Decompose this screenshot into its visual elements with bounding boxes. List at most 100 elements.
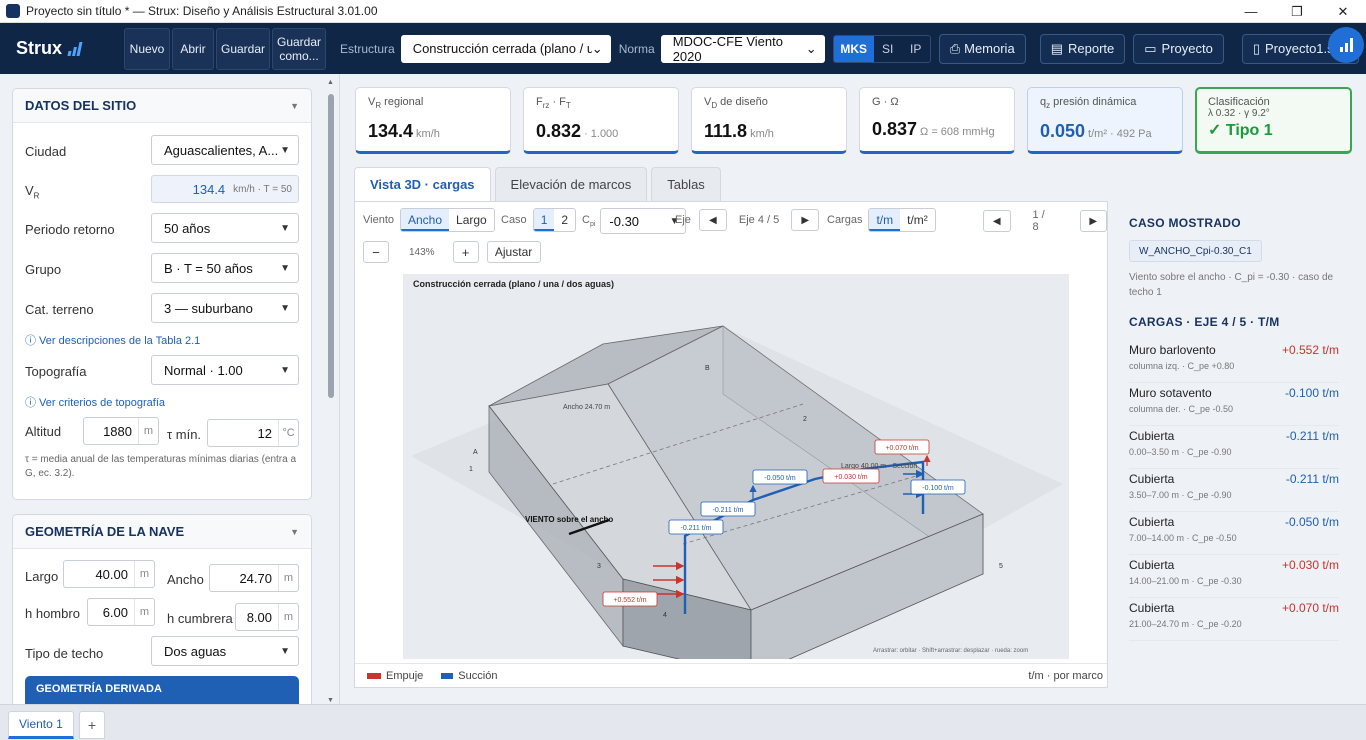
- load-row: Muro sotavento columna der. · C_pe -0.50 -…: [1129, 386, 1339, 426]
- tmin-value: 12: [257, 425, 272, 441]
- hhombro-input[interactable]: 6.00 m: [87, 598, 155, 626]
- close-button[interactable]: ✕: [1320, 0, 1366, 23]
- load-row-name: Muro barlovento: [1129, 343, 1216, 357]
- zoom-out-button[interactable]: −: [363, 241, 389, 263]
- scene-title: Construcción cerrada (plano / una / dos …: [413, 279, 614, 289]
- tab-elevacion[interactable]: Elevación de marcos: [494, 167, 648, 201]
- unit-mks[interactable]: MKS: [833, 35, 874, 62]
- hcumbrera-label: h cumbrera: [167, 611, 233, 626]
- unit-si[interactable]: SI: [874, 36, 902, 62]
- load-label: -0.211 t/m: [700, 501, 756, 517]
- reporte-button[interactable]: ▤ Reporte: [1039, 33, 1126, 64]
- memoria-button[interactable]: ⎙ Memoria: [938, 33, 1026, 64]
- terreno-label: Cat. terreno: [25, 302, 94, 317]
- tab-tablas[interactable]: Tablas: [651, 167, 721, 201]
- site-data-header[interactable]: DATOS DEL SITIO ▼: [13, 89, 311, 123]
- cpi-control: Cpi -0.30 ▼: [582, 208, 687, 234]
- ajustar-button[interactable]: Ajustar: [486, 241, 541, 263]
- load-label: +0.030 t/m: [822, 468, 880, 484]
- proyecto-button[interactable]: ▭ Proyecto: [1133, 33, 1224, 64]
- estructura-select[interactable]: Construcción cerrada (plano / un ⌄: [400, 34, 611, 63]
- cargas-tm[interactable]: t/m: [869, 209, 901, 231]
- chevron-down-icon: ▼: [280, 222, 290, 234]
- topo-select[interactable]: Normal · 1.00 ▼: [151, 355, 299, 385]
- guardar-como-button[interactable]: Guardar como...: [272, 27, 326, 70]
- eje-next-button[interactable]: ▶: [791, 209, 820, 231]
- eje-prev-button[interactable]: ◀: [698, 209, 727, 231]
- terreno-value: 3 — suburbano: [164, 300, 253, 316]
- abrir-button[interactable]: Abrir: [172, 27, 214, 70]
- tmin-input[interactable]: 12 °C: [207, 419, 299, 447]
- unit-system-toggle: MKS SI IP: [832, 34, 931, 63]
- ciudad-select[interactable]: Aguascalientes, A... ▼: [151, 135, 299, 165]
- scrollbar-thumb[interactable]: [328, 94, 334, 398]
- caso-1[interactable]: 1: [533, 209, 555, 231]
- 3d-canvas[interactable]: Construcción cerrada (plano / una / dos …: [403, 274, 1069, 677]
- document-icon: ▤: [1050, 40, 1063, 56]
- viento-largo[interactable]: Largo: [449, 209, 494, 231]
- viento-label: Viento: [363, 214, 394, 226]
- load-label: -0.050 t/m: [752, 469, 808, 485]
- collapse-icon: ▼: [290, 100, 299, 111]
- viento-ancho[interactable]: Ancho: [401, 209, 450, 231]
- unit-ip[interactable]: IP: [902, 36, 930, 62]
- techo-label: Tipo de techo: [25, 646, 104, 661]
- cargas-tm2[interactable]: t/m²: [900, 209, 935, 231]
- nuevo-button[interactable]: Nuevo: [124, 27, 170, 70]
- scroll-up-icon[interactable]: ▲: [327, 79, 334, 86]
- load-row-sub: columna izq. · C_pe +0.80: [1129, 361, 1235, 371]
- svg-text:+0.030 t/m: +0.030 t/m: [834, 474, 867, 481]
- techo-select[interactable]: Dos aguas ▼: [151, 636, 299, 666]
- chevron-down-icon: ▼: [280, 144, 290, 156]
- estructura-value: Construcción cerrada (plano / un: [412, 41, 592, 56]
- main-toolbar: Strux Nuevo Abrir Guardar Guardar como..…: [0, 23, 1366, 74]
- add-tab-button[interactable]: +: [79, 711, 105, 739]
- tabla-link[interactable]: ⓘ Ver descripciones de la Tabla 2.1: [25, 332, 200, 348]
- geometry-header[interactable]: GEOMETRÍA DE LA NAVE ▼: [13, 515, 311, 549]
- kpi-g-omega: G · Ω 0.837 Ω = 608 mmHg: [859, 87, 1015, 154]
- periodo-select[interactable]: 50 años ▼: [151, 213, 299, 243]
- tab-viento-1[interactable]: Viento 1: [8, 711, 74, 739]
- hcumbrera-input[interactable]: 8.00 m: [235, 603, 299, 631]
- caso-desc: Viento sobre el ancho · C_pi = -0.30 · c…: [1129, 272, 1334, 298]
- tab-vista-3d[interactable]: Vista 3D · cargas: [354, 167, 491, 201]
- load-row-value: +0.070 t/m: [1281, 601, 1339, 615]
- topo-link[interactable]: ⓘ Ver criterios de topografía: [25, 394, 165, 410]
- grupo-select[interactable]: B · T = 50 años ▼: [151, 253, 299, 283]
- scroll-down-icon[interactable]: ▼: [327, 697, 334, 704]
- bottom-tabbar: Viento 1 +: [0, 704, 1366, 740]
- clasif-label: Clasificación: [1208, 96, 1270, 108]
- svg-text:-0.100 t/m: -0.100 t/m: [922, 485, 954, 492]
- derived-geometry-header[interactable]: GEOMETRÍA DERIVADA: [25, 676, 299, 705]
- empuje-label: Empuje: [386, 670, 424, 682]
- 3d-scene[interactable]: Construcción cerrada (plano / una / dos …: [403, 274, 1069, 677]
- altitud-unit: m: [138, 418, 158, 444]
- zoom-in-button[interactable]: +: [452, 241, 479, 263]
- cpi-label: Cpi: [582, 213, 596, 229]
- minimize-button[interactable]: —: [1228, 0, 1274, 23]
- page-prev-button[interactable]: ◀: [983, 210, 1011, 232]
- sidebar-scrollbar[interactable]: ▲ ▼: [326, 79, 336, 704]
- norma-select[interactable]: MDOC-CFE Viento 2020 ⌄: [660, 34, 825, 64]
- user-avatar[interactable]: [1328, 27, 1364, 63]
- altitud-input[interactable]: 1880 m: [83, 417, 159, 445]
- load-row-name: Cubierta: [1129, 558, 1175, 572]
- ancho-dim: Ancho 24.70 m: [563, 404, 610, 411]
- vr-readonly: 134.4 km/h · T = 50: [151, 175, 299, 203]
- page-next-button[interactable]: ▶: [1079, 210, 1107, 232]
- terreno-select[interactable]: 3 — suburbano ▼: [151, 293, 299, 323]
- largo-input[interactable]: 40.00 m: [63, 560, 155, 588]
- viewer-panel: Viento Ancho Largo Caso 1 2 Cpi -0.30 ▼ E…: [354, 201, 1108, 688]
- tmin-label: τ mín.: [167, 427, 202, 442]
- viewer-legend: Empuje Succión t/m · por marco: [355, 663, 1107, 688]
- load-row-value: -0.211 t/m: [1285, 429, 1339, 443]
- restore-button[interactable]: ❐: [1274, 0, 1320, 23]
- geometry-card: GEOMETRÍA DE LA NAVE ▼ Largo 40.00 m Anch…: [12, 514, 312, 705]
- guardar-button[interactable]: Guardar: [216, 27, 270, 70]
- caso-2[interactable]: 2: [554, 209, 576, 231]
- load-row-name: Cubierta: [1129, 429, 1175, 443]
- cpi-select[interactable]: -0.30 ▼: [600, 208, 687, 234]
- ancho-input[interactable]: 24.70 m: [209, 564, 299, 592]
- cargas-toggle: t/m t/m²: [868, 208, 936, 232]
- ciudad-value: Aguascalientes, A...: [164, 142, 279, 158]
